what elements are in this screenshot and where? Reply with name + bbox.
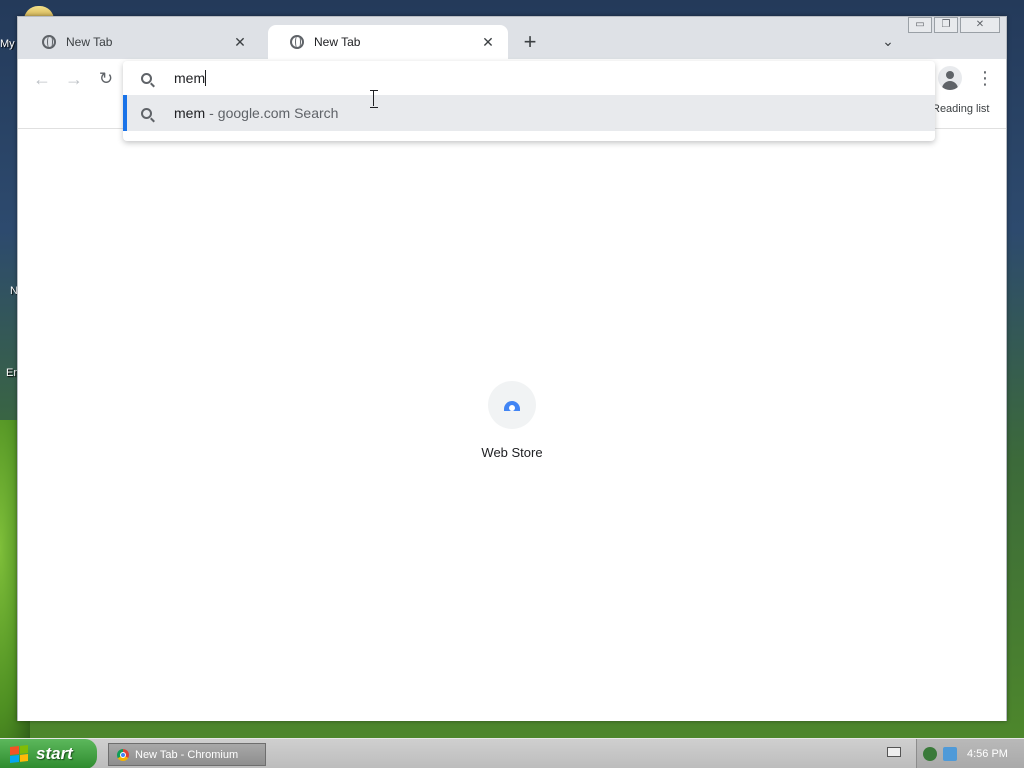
globe-icon: [290, 35, 304, 49]
menu-button[interactable]: ⋮: [976, 67, 994, 91]
keyboard-icon[interactable]: [887, 747, 901, 757]
text-caret: [205, 70, 206, 86]
tab-new-tab-1[interactable]: New Tab ✕: [20, 25, 260, 59]
security-icon[interactable]: [923, 747, 937, 761]
chevron-down-icon[interactable]: ⌄: [878, 31, 898, 51]
forward-button[interactable]: →: [62, 67, 86, 91]
system-tray: 4:56 PM: [916, 739, 1024, 768]
address-bar-input[interactable]: [174, 70, 206, 86]
start-button[interactable]: start: [0, 739, 97, 768]
minimize-button[interactable]: ▭: [908, 17, 932, 33]
shortcut-label: Web Store: [481, 445, 543, 460]
browser-window: New Tab ✕ New Tab ✕ + ⌄ ▭ ❐ ✕ ← → ↻ ⋮ Re…: [17, 16, 1007, 721]
close-window-button[interactable]: ✕: [960, 17, 1000, 33]
chromium-icon: [117, 748, 129, 761]
window-controls: ▭ ❐ ✕: [908, 17, 1000, 33]
reading-list-button[interactable]: Reading list: [932, 103, 989, 115]
suggestion-description: google.com Search: [217, 105, 339, 121]
tab-title: New Tab: [314, 35, 361, 49]
network-icon[interactable]: [943, 747, 957, 761]
shortcut-web-store[interactable]: Web Store: [468, 381, 556, 460]
text-cursor-icon: [370, 90, 378, 108]
suggestion-query: mem: [174, 105, 206, 121]
back-button[interactable]: ←: [30, 67, 54, 91]
tab-strip: New Tab ✕ New Tab ✕ + ⌄ ▭ ❐ ✕: [18, 17, 1006, 59]
profile-button[interactable]: [938, 66, 962, 90]
web-store-icon: [504, 401, 520, 411]
clock[interactable]: 4:56 PM: [967, 748, 1008, 760]
tab-title: New Tab: [66, 35, 113, 49]
person-icon: [946, 71, 954, 79]
desktop-icon-label[interactable]: My: [0, 38, 18, 50]
search-icon: [141, 72, 152, 84]
close-icon[interactable]: ✕: [232, 34, 248, 50]
new-tab-page: Web Store: [18, 129, 1006, 721]
windows-logo-icon: [10, 745, 28, 763]
reload-button[interactable]: ↻: [94, 67, 118, 91]
new-tab-button[interactable]: +: [518, 31, 542, 55]
search-icon: [141, 107, 152, 119]
tab-new-tab-2[interactable]: New Tab ✕: [268, 25, 508, 59]
start-label: start: [36, 744, 73, 763]
shortcut-tile[interactable]: [488, 381, 536, 429]
taskbar-item-chromium[interactable]: New Tab - Chromium: [108, 743, 266, 766]
restore-button[interactable]: ❐: [934, 17, 958, 33]
omnibox-input-row: [123, 61, 935, 95]
omnibox-suggestion[interactable]: mem - google.com Search: [123, 95, 935, 131]
suggestion-separator: -: [209, 105, 214, 121]
taskbar-item-label: New Tab - Chromium: [135, 748, 239, 761]
taskbar: start New Tab - Chromium 4:56 PM: [0, 738, 1024, 768]
globe-icon: [42, 35, 56, 49]
close-icon[interactable]: ✕: [480, 34, 496, 50]
omnibox: mem - google.com Search: [123, 61, 935, 141]
